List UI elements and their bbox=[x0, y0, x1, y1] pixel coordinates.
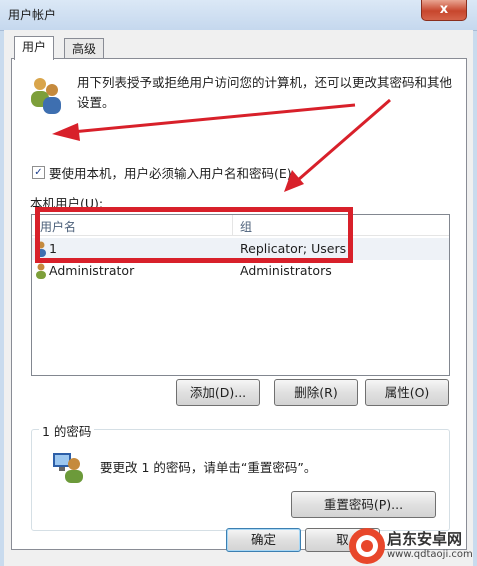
users-listview[interactable]: 用户名 组 1 Replicator; Users Administrator … bbox=[31, 214, 450, 376]
properties-button[interactable]: 属性(O) bbox=[365, 379, 449, 406]
computer-user-icon bbox=[53, 453, 83, 483]
users-icon bbox=[31, 78, 61, 114]
table-row[interactable]: Administrator Administrators bbox=[32, 260, 449, 282]
ok-button[interactable]: 确定 bbox=[226, 528, 301, 552]
user-icon bbox=[36, 263, 46, 279]
watermark-logo: 启东安卓网 www.qdtaoji.com bbox=[346, 526, 477, 566]
delete-button[interactable]: 删除(R) bbox=[274, 379, 358, 406]
reset-password-button[interactable]: 重置密码(P)... bbox=[291, 491, 436, 518]
tab-panel-users: 用下列表授予或拒绝用户访问您的计算机，还可以更改其密码和其他设置。 ✓ 要使用本… bbox=[11, 58, 467, 550]
tab-advanced[interactable]: 高级 bbox=[64, 38, 105, 59]
tab-users-label: 用户 bbox=[22, 40, 47, 54]
row-group: Replicator; Users bbox=[240, 241, 347, 256]
close-icon: x bbox=[439, 2, 449, 17]
add-button[interactable]: 添加(D)... bbox=[176, 379, 260, 406]
password-instruction: 要更改 1 的密码，请单击“重置密码”。 bbox=[100, 460, 317, 475]
users-list-label: 本机用户(U): bbox=[30, 196, 104, 211]
column-header-group[interactable]: 组 bbox=[240, 218, 252, 235]
tab-users[interactable]: 用户 bbox=[14, 36, 55, 60]
dialog-body: 用户 高级 用下列表授予或拒绝用户访问您的计算机，还可以更改其密码和其他设置。 … bbox=[4, 30, 473, 566]
window-titlebar: 用户帐户 x bbox=[0, 0, 477, 31]
check-icon[interactable]: ✓ bbox=[32, 166, 45, 179]
row-username: 1 bbox=[49, 241, 57, 256]
list-header: 用户名 组 bbox=[32, 215, 449, 236]
password-group-title: 1 的密码 bbox=[39, 421, 95, 440]
close-button[interactable]: x bbox=[421, 0, 467, 21]
user-icon bbox=[36, 241, 46, 257]
watermark-name: 启东安卓网 bbox=[387, 530, 463, 548]
description-text: 用下列表授予或拒绝用户访问您的计算机，还可以更改其密码和其他设置。 bbox=[77, 75, 453, 110]
column-separator bbox=[232, 215, 233, 235]
window-title: 用户帐户 bbox=[8, 8, 57, 22]
require-login-checkbox[interactable]: ✓ 要使用本机，用户必须输入用户名和密码(E) bbox=[32, 163, 292, 182]
row-group: Administrators bbox=[240, 263, 332, 278]
table-row[interactable]: 1 Replicator; Users bbox=[32, 238, 449, 260]
watermark-icon bbox=[349, 528, 385, 564]
tab-advanced-label: 高级 bbox=[72, 42, 97, 56]
column-header-username[interactable]: 用户名 bbox=[40, 218, 76, 235]
watermark-url: www.qdtaoji.com bbox=[387, 549, 473, 560]
row-username: Administrator bbox=[49, 263, 135, 278]
require-login-label: 要使用本机，用户必须输入用户名和密码(E) bbox=[49, 166, 292, 181]
